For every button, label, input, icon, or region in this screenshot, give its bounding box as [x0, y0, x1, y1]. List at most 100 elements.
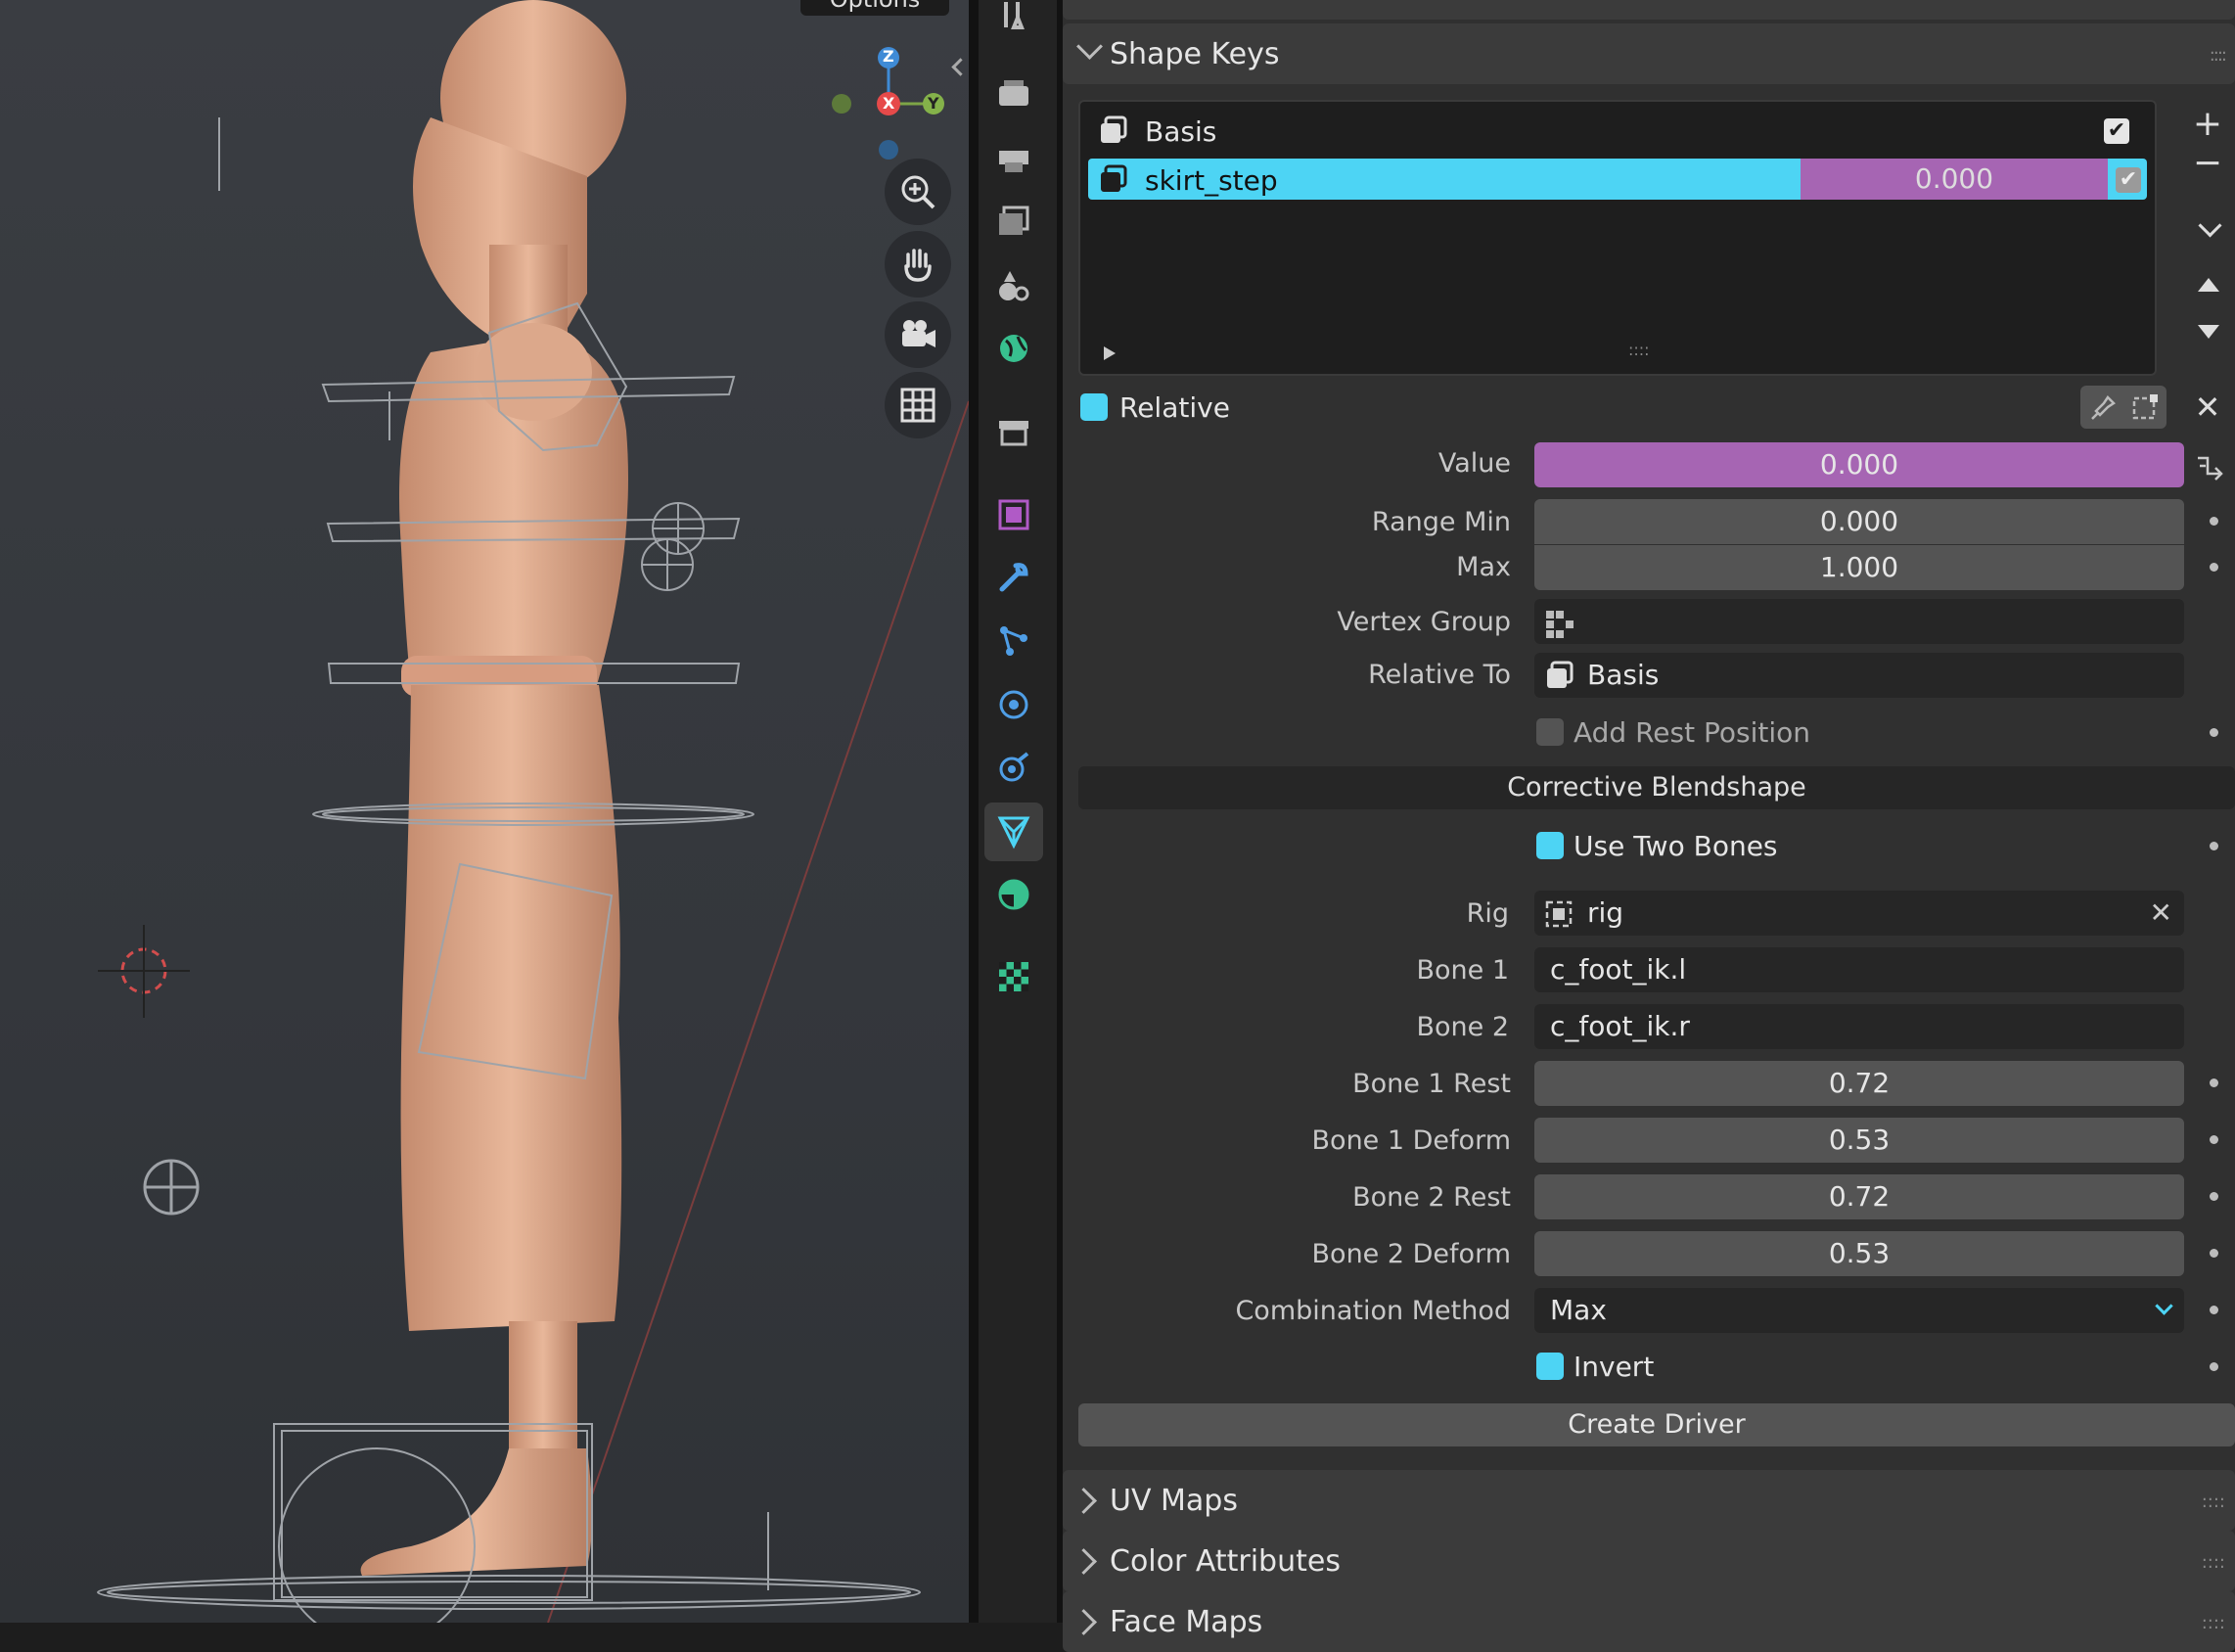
- chevron-down-icon: [2155, 1297, 2173, 1315]
- keyframe-dot[interactable]: [2210, 517, 2218, 526]
- object-data-icon[interactable]: [984, 803, 1043, 861]
- add-shape-key-button[interactable]: +: [2188, 106, 2227, 145]
- bone2-deform-field[interactable]: 0.53: [1534, 1231, 2184, 1276]
- list-item[interactable]: Basis ✔: [1088, 110, 2147, 151]
- relative-to-label: Relative To: [1368, 660, 1511, 690]
- shape-key-enable-checkbox[interactable]: ✔: [2116, 167, 2141, 193]
- filter-toggle-icon[interactable]: [1104, 346, 1116, 360]
- relative-label: Relative: [1119, 391, 1230, 424]
- list-resize-handle[interactable]: ::::: [1628, 341, 1650, 359]
- corrective-blendshape-header: Corrective Blendshape: [1078, 766, 2235, 809]
- keyframe-dot[interactable]: [2210, 1362, 2218, 1371]
- range-min-label: Range Min: [1371, 507, 1511, 537]
- move-down-button[interactable]: [2198, 325, 2219, 339]
- tool-icon[interactable]: [984, 0, 1043, 45]
- vertex-group-label: Vertex Group: [1337, 607, 1511, 637]
- options-button[interactable]: Options: [800, 0, 949, 16]
- remove-shape-key-button[interactable]: −: [2188, 146, 2227, 186]
- constraints-icon[interactable]: [984, 738, 1043, 797]
- modifier-icon[interactable]: [984, 548, 1043, 607]
- keyframe-dot[interactable]: [2210, 842, 2218, 850]
- list-item-selected[interactable]: skirt_step 0.000 ✔: [1088, 159, 2147, 200]
- shape-key-enable-checkbox[interactable]: ✔: [2104, 118, 2129, 144]
- value-label: Value: [1437, 448, 1511, 479]
- uv-maps-header[interactable]: UV Maps ::::: [1063, 1470, 2235, 1531]
- gizmo-z-label: Z: [883, 47, 894, 66]
- combination-method-label: Combination Method: [1235, 1296, 1511, 1326]
- shape-keys-header[interactable]: Shape Keys ::::: [1063, 23, 2235, 84]
- keyframe-dot[interactable]: [2210, 1192, 2218, 1201]
- edit-mode-icon[interactable]: [2125, 388, 2165, 427]
- clear-rig-icon[interactable]: ✕: [2150, 891, 2172, 936]
- drag-handle-icon[interactable]: ::::: [2210, 45, 2227, 66]
- keyframe-dot[interactable]: [2210, 563, 2218, 572]
- 3d-viewport[interactable]: Options Z X Y: [0, 0, 969, 1623]
- keyframe-dot[interactable]: [2210, 1249, 2218, 1258]
- chevron-right-icon: [1071, 1488, 1097, 1514]
- create-driver-button[interactable]: Create Driver: [1078, 1403, 2235, 1446]
- driver-arrow-icon[interactable]: [2190, 446, 2229, 485]
- render-icon[interactable]: [984, 65, 1043, 123]
- particles-icon[interactable]: [984, 611, 1043, 669]
- bone1-deform-field[interactable]: 0.53: [1534, 1118, 2184, 1163]
- relative-checkbox[interactable]: [1080, 393, 1108, 421]
- value-field[interactable]: 0.000: [1534, 442, 2184, 487]
- navigation-gizmo[interactable]: Z X Y: [822, 39, 959, 176]
- combination-method-dropdown[interactable]: Max: [1534, 1288, 2184, 1333]
- bone1-label: Bone 1: [1416, 955, 1509, 986]
- drag-handle-icon[interactable]: ::::: [2202, 1552, 2225, 1573]
- specials-menu-button[interactable]: [2190, 213, 2229, 245]
- drag-handle-icon[interactable]: ::::: [2202, 1613, 2225, 1633]
- bone2-rest-field[interactable]: 0.72: [1534, 1174, 2184, 1219]
- camera-icon[interactable]: [885, 301, 951, 368]
- keyframe-dot[interactable]: [2210, 1078, 2218, 1087]
- zoom-in-icon[interactable]: [885, 159, 951, 225]
- hand-pan-icon[interactable]: [885, 231, 951, 298]
- add-rest-position-checkbox[interactable]: [1536, 718, 1564, 746]
- keyframe-dot[interactable]: [2210, 1135, 2218, 1144]
- shape-key-list[interactable]: Basis ✔ skirt_step 0.000 ✔ ::::: [1078, 100, 2157, 376]
- color-attributes-header[interactable]: Color Attributes ::::: [1063, 1531, 2235, 1591]
- range-min-field[interactable]: 0.000: [1534, 499, 2184, 544]
- bone1-rest-label: Bone 1 Rest: [1352, 1069, 1511, 1099]
- face-maps-header[interactable]: Face Maps ::::: [1063, 1591, 2235, 1652]
- keyframe-dot[interactable]: [2210, 1306, 2218, 1314]
- grid-view-icon[interactable]: [885, 372, 951, 438]
- scene-icon[interactable]: [984, 256, 1043, 315]
- max-field[interactable]: 1.000: [1534, 545, 2184, 590]
- view-layer-icon[interactable]: [984, 192, 1043, 251]
- drag-handle-icon[interactable]: ::::: [2202, 1491, 2225, 1512]
- physics-icon[interactable]: [984, 675, 1043, 734]
- shape-key-name: Basis: [1145, 115, 1217, 148]
- bone2-field[interactable]: c_foot_ik.r: [1534, 1004, 2184, 1049]
- material-icon[interactable]: [984, 865, 1043, 924]
- bone1-rest-field[interactable]: 0.72: [1534, 1061, 2184, 1106]
- keyframe-dot[interactable]: [2210, 728, 2218, 737]
- texture-icon[interactable]: [984, 947, 1043, 1006]
- bone2-value: c_foot_ik.r: [1550, 1010, 1690, 1042]
- pin-icon[interactable]: [2084, 388, 2123, 427]
- chevron-right-icon: [1071, 1548, 1097, 1575]
- object-icon[interactable]: [984, 485, 1043, 544]
- bone2-deform-label: Bone 2 Deform: [1311, 1239, 1511, 1269]
- relative-to-field[interactable]: Basis: [1534, 653, 2184, 698]
- rig-field[interactable]: rig ✕: [1534, 891, 2184, 936]
- vertex-group-field[interactable]: [1534, 599, 2184, 644]
- bone1-field[interactable]: c_foot_ik.l: [1534, 947, 2184, 992]
- clear-shape-keys-icon[interactable]: ✕: [2188, 388, 2227, 427]
- area-divider[interactable]: [969, 0, 979, 1623]
- color-attributes-title: Color Attributes: [1110, 1544, 1341, 1579]
- move-up-button[interactable]: [2198, 278, 2219, 292]
- use-two-bones-checkbox[interactable]: [1536, 832, 1564, 859]
- collection-icon[interactable]: [984, 403, 1043, 462]
- add-rest-position-label: Add Rest Position: [1574, 716, 1811, 749]
- shape-key-value-field[interactable]: 0.000: [1801, 159, 2108, 200]
- output-icon[interactable]: [984, 129, 1043, 188]
- rig-value: rig: [1587, 896, 1624, 929]
- shape-key-icon: [1101, 115, 1127, 143]
- invert-checkbox[interactable]: [1536, 1353, 1564, 1380]
- world-icon[interactable]: [984, 319, 1043, 378]
- bone1-value: c_foot_ik.l: [1550, 953, 1687, 986]
- vertex-group-icon: [1546, 611, 1574, 638]
- empty-object: [143, 1159, 200, 1216]
